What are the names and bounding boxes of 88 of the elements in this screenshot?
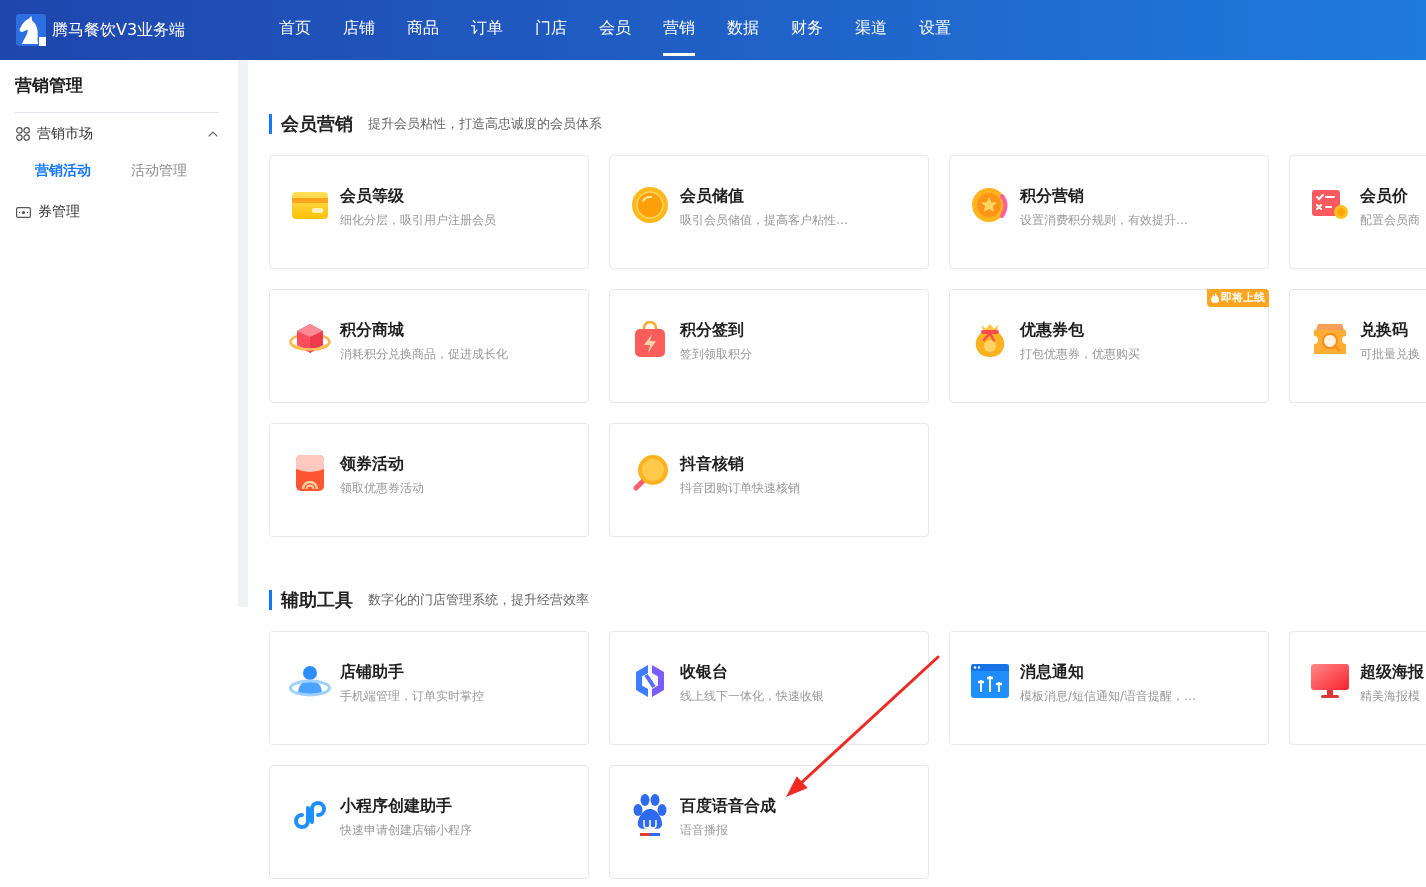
feature-card[interactable]: 会员等级 细化分层，吸引用户注册会员 [269, 155, 589, 269]
feature-card[interactable]: 积分签到 签到领取积分 [609, 289, 929, 403]
feature-card[interactable]: 小程序创建助手 快速申请创建店铺小程序 [269, 765, 589, 879]
feature-card[interactable]: 消息通知 模板消息/短信通知/语音提醒，… [949, 631, 1269, 745]
nav-tab[interactable]: 财务 [791, 0, 823, 56]
card-title: 收银台 [680, 661, 729, 683]
nav-tab[interactable]: 订单 [471, 0, 503, 56]
nav-tab[interactable]: 店铺 [343, 0, 375, 56]
section-subtitle: 数字化的门店管理系统，提升经营效率 [368, 591, 589, 609]
monitor-icon [1311, 664, 1349, 698]
flame-icon [1211, 293, 1219, 303]
card-title: 百度语音合成 [680, 795, 776, 817]
card-icon [292, 191, 328, 219]
shopping-bag-icon [635, 321, 665, 357]
card-title: 消息通知 [1020, 661, 1085, 683]
card-title: 优惠券包 [1020, 319, 1085, 341]
ticket-icon [16, 206, 31, 218]
card-title: 小程序创建助手 [340, 795, 453, 817]
ticket-icon [1312, 322, 1348, 356]
card-description: 快速申请创建店铺小程序 [340, 822, 472, 839]
sliders-icon [971, 664, 1009, 698]
card-title: 领券活动 [340, 453, 405, 475]
card-description: 语音播报 [680, 822, 729, 839]
card-description: 领取优惠券活动 [340, 480, 424, 497]
card-description: 细化分层，吸引用户注册会员 [340, 212, 496, 229]
card-title: 积分签到 [680, 319, 745, 341]
card-description: 模板消息/短信通知/语音提醒，… [1020, 688, 1197, 705]
section-title: 会员营销 [269, 114, 353, 134]
hexagon-icon [635, 664, 665, 698]
card-description: 线上线下一体化，快速收银 [680, 688, 824, 705]
card-description: 可批量兑换 [1360, 346, 1420, 363]
envelope-icon [296, 455, 324, 491]
person-icon [289, 664, 331, 698]
card-title: 会员储值 [680, 185, 745, 207]
feature-card[interactable]: 抖音核销 抖音团购订单快速核销 [609, 423, 929, 537]
card-title: 店铺助手 [340, 661, 405, 683]
feature-card[interactable]: 会员价 配置会员商 [1289, 155, 1426, 269]
gem-icon [289, 323, 331, 355]
card-title: 会员价 [1360, 185, 1409, 207]
card-title: 超级海报 [1360, 661, 1424, 683]
sidebar-title: 营销管理 [15, 74, 84, 97]
brand-name: 腾马餐饮V3业务端 [52, 19, 186, 41]
grid-icon [16, 127, 30, 141]
feature-card[interactable]: 积分商城 消耗积分兑换商品，促进成长化 [269, 289, 589, 403]
feature-card[interactable]: 百度语音合成 语音播报 [609, 765, 929, 879]
feature-card[interactable]: 优惠券包 打包优惠券，优惠购买 即将上线 [949, 289, 1269, 403]
card-title: 抖音核销 [680, 453, 745, 475]
section-subtitle: 提升会员粘性，打造高忠诚度的会员体系 [368, 115, 602, 133]
magnifier-icon [632, 454, 668, 492]
feature-card[interactable]: 超级海报 精美海报模 [1289, 631, 1426, 745]
feature-card[interactable]: 兑换码 可批量兑换 [1289, 289, 1426, 403]
feature-card[interactable]: 店铺助手 手机端管理，订单实时掌控 [269, 631, 589, 745]
menu-item[interactable]: 营销市场 [15, 113, 219, 155]
card-description: 消耗积分兑换商品，促进成长化 [340, 346, 508, 363]
paw-icon [632, 794, 668, 836]
card-description: 吸引会员储值，提高客户粘性… [680, 212, 848, 229]
submenu-item[interactable]: 营销活动 [35, 162, 91, 180]
nav-tab[interactable]: 渠道 [855, 0, 887, 56]
card-description: 配置会员商 [1360, 212, 1420, 229]
submenu-item[interactable]: 活动管理 [131, 162, 187, 180]
card-description: 签到领取积分 [680, 346, 752, 363]
feature-card[interactable]: 会员储值 吸引会员储值，提高客户粘性… [609, 155, 929, 269]
card-title: 积分营销 [1020, 185, 1085, 207]
coin-icon [632, 187, 668, 223]
feature-card[interactable]: 领券活动 领取优惠券活动 [269, 423, 589, 537]
card-description: 设置消费积分规则，有效提升… [1020, 212, 1188, 229]
nav-tab[interactable]: 首页 [279, 0, 311, 56]
feature-card[interactable]: 收银台 线上线下一体化，快速收银 [609, 631, 929, 745]
card-description: 抖音团购订单快速核销 [680, 480, 800, 497]
nav-tab[interactable]: 门店 [535, 0, 567, 56]
nav-tab[interactable]: 设置 [919, 0, 951, 56]
nav-tab[interactable]: 营销 [663, 0, 695, 56]
menu-item[interactable]: 券管理 [15, 187, 219, 237]
horse-icon [16, 14, 46, 46]
nav-tab[interactable]: 商品 [407, 0, 439, 56]
card-description: 手机端管理，订单实时掌控 [340, 688, 484, 705]
card-description: 打包优惠券，优惠购买 [1020, 346, 1140, 363]
link-icon [294, 800, 326, 830]
checklist-icon [1312, 190, 1348, 220]
section-title: 辅助工具 [269, 590, 353, 610]
feature-card[interactable]: 积分营销 设置消费积分规则，有效提升… [949, 155, 1269, 269]
card-title: 会员等级 [340, 185, 405, 207]
status-label: 即将上线 [1221, 290, 1265, 306]
card-description: 精美海报模 [1360, 688, 1421, 705]
nav-tab[interactable]: 会员 [599, 0, 631, 56]
card-title: 积分商城 [340, 319, 405, 341]
nav-tab[interactable]: 数据 [727, 0, 759, 56]
card-title: 兑换码 [1360, 319, 1409, 341]
